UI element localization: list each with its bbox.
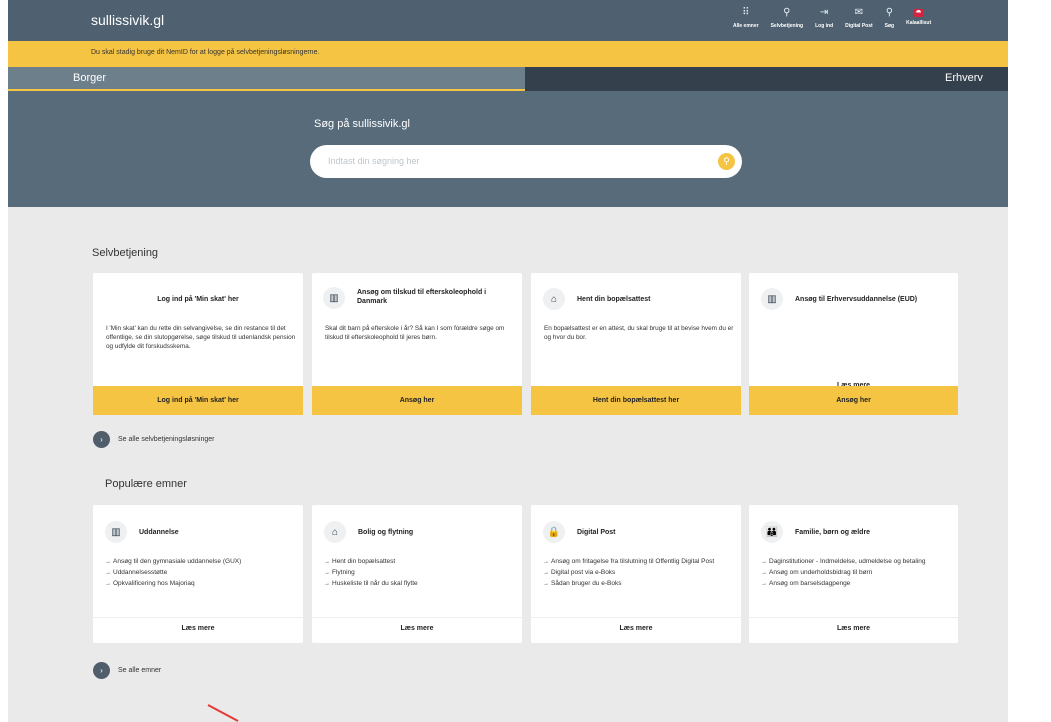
apply-eud-button[interactable]: Ansøg her [749,386,958,415]
card-header: ▥ Uddannelse [105,521,303,543]
card-header: ▥ Ansøg om tilskud til efterskoleophold … [323,287,522,309]
tab-erhverv[interactable]: Erhverv [525,67,1008,91]
mail-icon: ✉ [854,7,864,18]
topic-link[interactable]: Huskeliste til når du skal flytte [324,580,514,588]
nav-search[interactable]: ⚲ Søg [879,6,900,29]
get-bopaelsattest-button[interactable]: Hent din bopælsattest her [531,386,741,415]
nav-label: Selvbetjening [770,23,804,29]
topic-link[interactable]: Ansøg om underholdsbidrag til børn [761,569,951,577]
topic-link[interactable]: Ansøg til den gymnasiale uddannelse (GUX… [105,558,295,566]
see-all-label: Se alle selvbetjeningsløsninger [118,436,215,443]
topic-links: Hent din bopælsattest Flytning Huskelist… [324,558,514,591]
selfservice-card-bopaelsattest: ⌂ Hent din bopælsattest En bopælsattest … [531,273,741,415]
topic-links: Daginstitutioner - Indmeldelse, udmeldel… [761,558,951,591]
selfservice-card-min-skat: Log ind på 'Min skat' her I 'Min skat' k… [93,273,303,415]
selfservice-card-efterskole: ▥ Ansøg om tilskud til efterskoleophold … [312,273,522,415]
card-title: Hent din bopælsattest [577,296,651,303]
card-description: En bopælsattest er en attest, du skal br… [544,325,734,341]
nav-digital-post[interactable]: ✉ Digital Post [839,6,879,29]
card-header: ▥ Ansøg til Erhvervsuddannelse (EUD) [761,288,958,310]
topic-link[interactable]: Hent din bopælsattest [324,558,514,566]
search-icon: ⚲ [885,7,894,18]
notice-text: Du skal stadig bruge dit NemID for at lo… [91,49,320,56]
topic-link[interactable]: Digital post via e-Boks [543,569,733,577]
min-skat-button[interactable]: Log ind på 'Min skat' her [93,386,303,415]
nav-label: Kalaallisut [906,20,932,26]
top-nav: ⠿ Alle emner ⚲ Selvbetjening ⇥ Log ind ✉… [727,6,937,29]
topic-link[interactable]: Flytning [324,569,514,577]
books-icon: ▥ [761,288,783,310]
read-more-link[interactable]: Læs mere [749,617,958,639]
flag-icon [913,9,925,17]
tab-borger[interactable]: Borger [8,67,525,91]
read-more-link[interactable]: Læs mere [93,617,303,639]
search-input[interactable]: Indtast din søgning her ⚲ [310,145,742,178]
card-title: Log ind på 'Min skat' her [157,296,239,303]
selfservice-icon: ⚲ [783,7,791,18]
card-title: Bolig og flytning [358,529,414,536]
search-placeholder: Indtast din søgning her [328,156,420,166]
top-header: sullissivik.gl ⠿ Alle emner ⚲ Selvbetjen… [8,0,1008,41]
nav-language[interactable]: Kalaallisut [900,6,937,29]
search-submit-icon[interactable]: ⚲ [718,153,735,170]
topic-card-familie: 👪 Familie, børn og ældre Daginstitutione… [749,505,958,643]
card-title: Ansøg til Erhvervsuddannelse (EUD) [795,296,918,303]
selfservice-heading: Selvbetjening [92,247,159,259]
see-all-topics-link[interactable]: › Se alle emner [93,662,161,679]
nav-all-topics[interactable]: ⠿ Alle emner [727,6,765,29]
card-header: ⌂ Bolig og flytning [324,521,522,543]
hero-search: Søg på sullissivik.gl Indtast din søgnin… [8,91,1008,207]
family-icon: 👪 [761,521,783,543]
lock-icon: 🔒 [543,521,565,543]
nav-login[interactable]: ⇥ Log ind [809,6,839,29]
chevron-right-icon: › [93,662,110,679]
books-icon: ▥ [105,521,127,543]
login-icon: ⇥ [819,7,829,18]
card-title: Uddannelse [139,529,179,536]
red-annotation-arrow-icon [207,704,239,722]
topic-links: Ansøg til den gymnasiale uddannelse (GUX… [105,558,295,591]
see-all-label: Se alle emner [118,667,162,674]
nav-label: Alle emner [733,23,759,29]
nav-selfservice[interactable]: ⚲ Selvbetjening [765,6,810,29]
topic-link[interactable]: Sådan bruger du e-Boks [543,580,733,588]
card-title: Digital Post [577,529,616,536]
card-description: Skal dit barn på efterskole i år? Så kan… [325,325,505,341]
selfservice-card-eud: ▥ Ansøg til Erhvervsuddannelse (EUD) Læs… [749,273,958,415]
read-more-link[interactable]: Læs mere [312,617,522,639]
topic-link[interactable]: Opkvalificering hos Majoriaq [105,580,295,588]
see-all-selfservice-link[interactable]: › Se alle selvbetjeningsløsninger [93,431,215,448]
read-more-link[interactable]: Læs mere [531,617,741,639]
topic-link[interactable]: Ansøg om barselsdagpenge [761,580,951,588]
topic-card-uddannelse: ▥ Uddannelse Ansøg til den gymnasiale ud… [93,505,303,643]
house-icon: ⌂ [324,521,346,543]
topic-link[interactable]: Daginstitutioner - Indmeldelse, udmeldel… [761,558,951,566]
topic-link[interactable]: Ansøg om fritagelse fra tilslutning til … [543,558,733,566]
nav-label: Log ind [815,23,834,29]
grid-icon: ⠿ [742,7,750,18]
card-header: 👪 Familie, børn og ældre [761,521,958,543]
popular-topics-heading: Populære emner [105,478,187,490]
site-logo[interactable]: sullissivik.gl [91,12,164,28]
nav-label: Søg [884,23,895,29]
card-title: Ansøg om tilskud til efterskoleophold i … [357,289,487,305]
topic-link[interactable]: Uddannelsesstøtte [105,569,295,577]
hero-title: Søg på sullissivik.gl [314,118,410,130]
topic-card-bolig: ⌂ Bolig og flytning Hent din bopælsattes… [312,505,522,643]
nav-label: Digital Post [845,23,873,29]
card-description: I 'Min skat' kan du rette din selvangive… [106,325,296,350]
card-header: ⌂ Hent din bopælsattest [543,288,741,310]
topic-links: Ansøg om fritagelse fra tilslutning til … [543,558,733,591]
apply-efterskole-button[interactable]: Ansøg her [312,386,522,415]
chevron-right-icon: › [93,431,110,448]
card-title: Familie, børn og ældre [795,529,871,536]
card-header: 🔒 Digital Post [543,521,741,543]
topic-card-digital-post: 🔒 Digital Post Ansøg om fritagelse fra t… [531,505,741,643]
books-icon: ▥ [323,287,345,309]
main-content: Selvbetjening Log ind på 'Min skat' her … [8,207,1008,722]
house-icon: ⌂ [543,288,565,310]
notice-banner: Du skal stadig bruge dit NemID for at lo… [8,41,1008,67]
audience-tabs: Borger Erhverv [8,67,1008,99]
